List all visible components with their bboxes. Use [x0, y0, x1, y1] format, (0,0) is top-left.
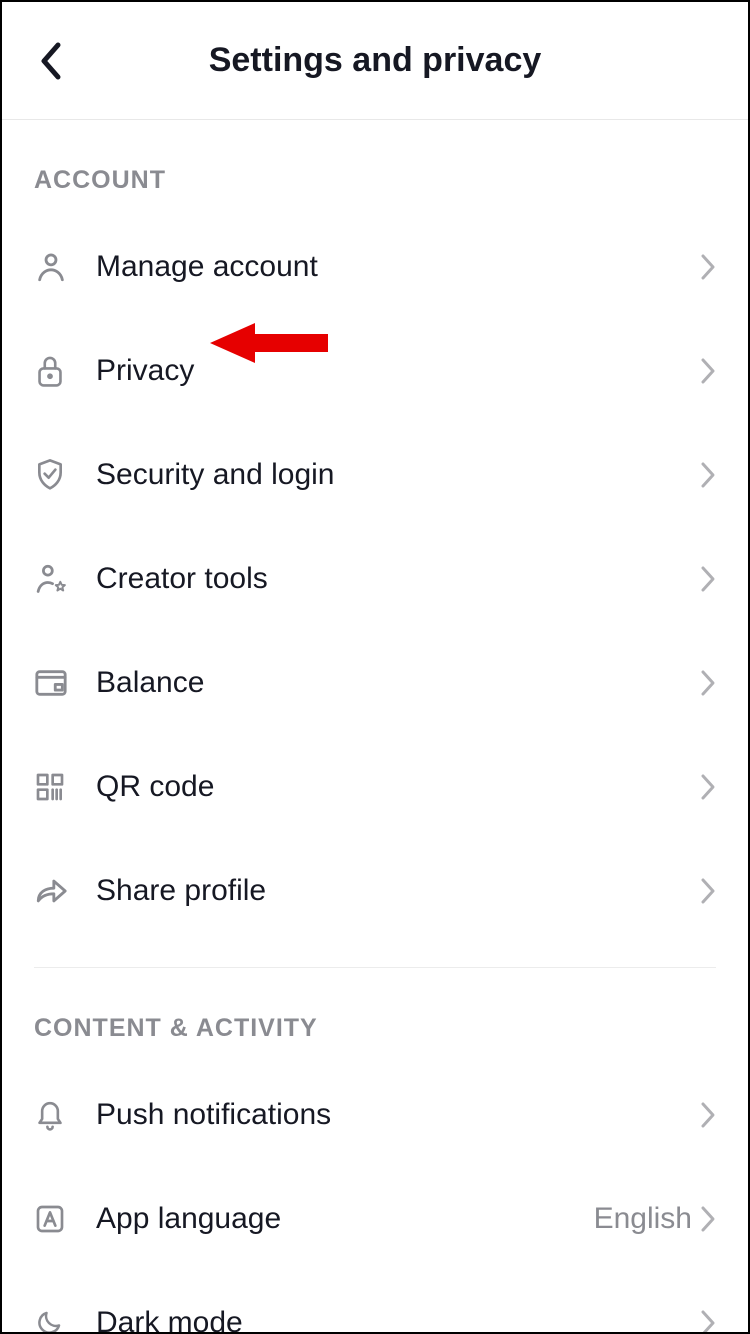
label-dark-mode: Dark mode	[96, 1306, 700, 1334]
row-share-profile[interactable]: Share profile	[2, 839, 748, 943]
person-star-icon	[34, 562, 96, 596]
moon-icon	[34, 1308, 96, 1334]
header: Settings and privacy	[2, 2, 748, 120]
row-qr-code[interactable]: QR code	[2, 735, 748, 839]
page-title: Settings and privacy	[209, 41, 542, 80]
chevron-right-icon	[700, 357, 716, 385]
label-creator-tools: Creator tools	[96, 562, 700, 596]
label-privacy: Privacy	[96, 354, 700, 388]
label-share-profile: Share profile	[96, 874, 700, 908]
section-header-content-activity: Content & Activity	[2, 968, 748, 1063]
label-security: Security and login	[96, 458, 700, 492]
wallet-icon	[34, 668, 96, 698]
label-app-language: App language	[96, 1202, 594, 1236]
section-header-account: Account	[2, 120, 748, 215]
row-balance[interactable]: Balance	[2, 631, 748, 735]
chevron-right-icon	[700, 461, 716, 489]
back-button[interactable]	[26, 37, 74, 85]
chevron-right-icon	[700, 253, 716, 281]
row-app-language[interactable]: App language English	[2, 1167, 748, 1271]
bell-icon	[34, 1098, 96, 1132]
row-privacy[interactable]: Privacy	[2, 319, 748, 423]
label-qr-code: QR code	[96, 770, 700, 804]
share-icon	[34, 876, 96, 906]
row-security[interactable]: Security and login	[2, 423, 748, 527]
qr-icon	[34, 771, 96, 803]
row-creator-tools[interactable]: Creator tools	[2, 527, 748, 631]
language-icon	[34, 1203, 96, 1235]
shield-icon	[34, 457, 96, 493]
chevron-right-icon	[700, 1205, 716, 1233]
label-push-notifications: Push notifications	[96, 1098, 700, 1132]
chevron-left-icon	[38, 41, 62, 81]
lock-icon	[34, 354, 96, 388]
chevron-right-icon	[700, 773, 716, 801]
row-manage-account[interactable]: Manage account	[2, 215, 748, 319]
label-balance: Balance	[96, 666, 700, 700]
row-dark-mode[interactable]: Dark mode	[2, 1271, 748, 1334]
chevron-right-icon	[700, 669, 716, 697]
chevron-right-icon	[700, 1309, 716, 1334]
row-push-notifications[interactable]: Push notifications	[2, 1063, 748, 1167]
chevron-right-icon	[700, 565, 716, 593]
value-app-language: English	[594, 1202, 692, 1236]
person-icon	[34, 250, 96, 284]
chevron-right-icon	[700, 877, 716, 905]
chevron-right-icon	[700, 1101, 716, 1129]
label-manage-account: Manage account	[96, 250, 700, 284]
